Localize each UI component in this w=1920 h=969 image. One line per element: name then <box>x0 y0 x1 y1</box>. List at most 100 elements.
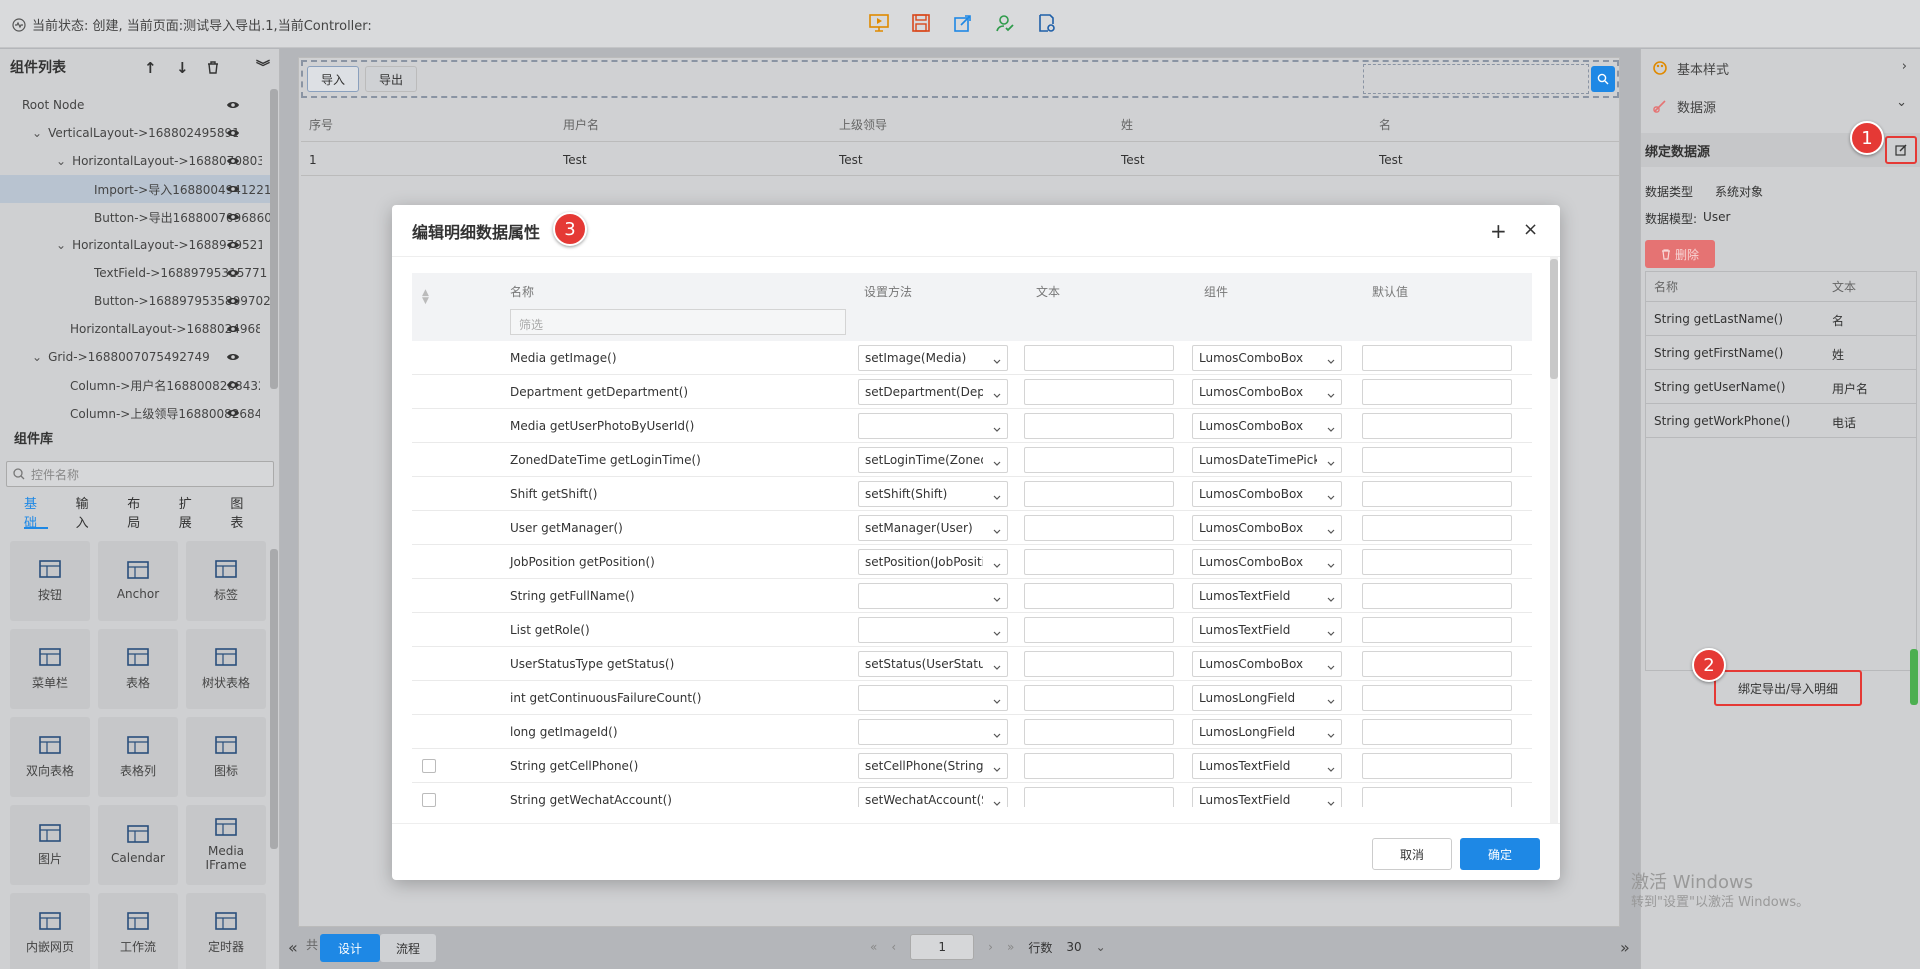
component-select[interactable]: LumosTextField <box>1192 753 1342 779</box>
move-up-icon[interactable]: ↑ <box>144 59 157 77</box>
setter-select[interactable] <box>858 583 1008 609</box>
section-datasource[interactable]: 数据源 ⌄ <box>1641 87 1920 125</box>
tree-scrollbar[interactable] <box>270 89 278 389</box>
visibility-icon[interactable] <box>226 294 240 308</box>
visibility-icon[interactable] <box>226 210 240 224</box>
bound-table-row[interactable]: String getFirstName() 姓 <box>1646 336 1916 370</box>
delete-button[interactable]: 删除 <box>1645 240 1715 268</box>
setter-select[interactable]: setWechatAccount(St <box>858 787 1008 807</box>
component-tile[interactable]: 图片 <box>10 805 90 885</box>
setter-select[interactable]: setStatus(UserStatusT <box>858 651 1008 677</box>
sort-icon[interactable]: ▲ ▼ <box>422 289 429 306</box>
last-page-icon[interactable]: » <box>1007 940 1014 954</box>
visibility-icon[interactable] <box>226 406 240 420</box>
default-value-input[interactable] <box>1362 549 1512 575</box>
component-tile[interactable]: Media IFrame <box>186 805 266 885</box>
component-tile[interactable]: Calendar <box>98 805 178 885</box>
component-select[interactable]: LumosComboBox <box>1192 413 1342 439</box>
tree-node[interactable]: ⌄ VerticalLayout->16880249589117361 <box>0 119 270 147</box>
component-tile[interactable]: Anchor <box>98 541 178 621</box>
rows-dropdown-icon[interactable]: ⌄ <box>1096 940 1106 954</box>
text-input[interactable] <box>1024 481 1174 507</box>
default-value-input[interactable] <box>1362 583 1512 609</box>
row-checkbox[interactable] <box>422 793 436 807</box>
import-button[interactable]: 导入 <box>307 66 359 92</box>
default-value-input[interactable] <box>1362 617 1512 643</box>
tree-node[interactable]: ⌄ HorizontalLayout->16880708031 <box>0 147 270 175</box>
visibility-icon[interactable] <box>226 154 240 168</box>
library-scrollbar[interactable] <box>270 549 278 849</box>
cancel-button[interactable]: 取消 <box>1372 838 1452 870</box>
component-select[interactable]: LumosTextField <box>1192 617 1342 643</box>
library-tab[interactable]: 扩展 <box>179 493 205 531</box>
default-value-input[interactable] <box>1362 651 1512 677</box>
prev-page-icon[interactable]: ‹ <box>891 940 896 954</box>
save-icon[interactable] <box>910 12 932 34</box>
text-input[interactable] <box>1024 549 1174 575</box>
collapse-icon[interactable]: ︾ <box>256 57 270 77</box>
visibility-icon[interactable] <box>226 126 240 140</box>
component-tile[interactable]: 菜单栏 <box>10 629 90 709</box>
export-button[interactable]: 导出 <box>365 66 417 92</box>
bound-table-row[interactable]: String getWorkPhone() 电话 <box>1646 404 1916 438</box>
trash-icon[interactable] <box>207 61 219 74</box>
default-value-input[interactable] <box>1362 447 1512 473</box>
default-value-input[interactable] <box>1362 787 1512 807</box>
setter-select[interactable]: setLoginTime(ZonedI <box>858 447 1008 473</box>
next-page-icon[interactable]: › <box>988 940 993 954</box>
setter-select[interactable] <box>858 685 1008 711</box>
text-input[interactable] <box>1024 583 1174 609</box>
visibility-icon[interactable] <box>226 238 240 252</box>
component-select[interactable]: LumosLongField <box>1192 719 1342 745</box>
component-select[interactable]: LumosLongField <box>1192 685 1342 711</box>
tree-node[interactable]: Import->导入16880049412212 <box>0 175 270 203</box>
text-input[interactable] <box>1024 413 1174 439</box>
component-tile[interactable]: 内嵌网页 <box>10 893 90 969</box>
visibility-icon[interactable] <box>226 378 240 392</box>
component-tile[interactable]: 双向表格 <box>10 717 90 797</box>
library-tab[interactable]: 图表 <box>230 493 256 531</box>
search-button[interactable] <box>1591 66 1615 92</box>
default-value-input[interactable] <box>1362 515 1512 541</box>
setter-select[interactable] <box>858 617 1008 643</box>
tree-node[interactable]: TextField->16889795315771 <box>0 259 270 287</box>
text-input[interactable] <box>1024 753 1174 779</box>
tab-flow[interactable]: 流程 <box>380 934 436 962</box>
visibility-icon[interactable] <box>226 98 240 112</box>
default-value-input[interactable] <box>1362 345 1512 371</box>
setter-select[interactable]: setManager(User) <box>858 515 1008 541</box>
tree-node[interactable]: Root Node <box>0 91 270 119</box>
user-check-icon[interactable] <box>994 12 1016 34</box>
component-select[interactable]: LumosComboBox <box>1192 515 1342 541</box>
rows-value[interactable]: 30 <box>1066 940 1081 954</box>
right-scrollbar[interactable] <box>1910 649 1918 705</box>
collapse-right-icon[interactable]: » <box>1620 938 1630 957</box>
bound-table-row[interactable]: String getLastName() 名 <box>1646 302 1916 336</box>
bind-export-import-button[interactable]: 绑定导出/导入明细 <box>1714 670 1862 706</box>
setter-select[interactable]: setImage(Media) <box>858 345 1008 371</box>
tree-node[interactable]: ⌄ Grid->1688007075492749 <box>0 343 270 371</box>
tree-node[interactable]: ⌄ HorizontalLayout->16889795217 <box>0 231 270 259</box>
move-down-icon[interactable]: ↓ <box>176 59 189 77</box>
search-field[interactable] <box>1363 64 1589 94</box>
text-input[interactable] <box>1024 617 1174 643</box>
setter-select[interactable] <box>858 413 1008 439</box>
tree-node[interactable]: Button->16889795358097021 <box>0 287 270 315</box>
component-tile[interactable]: 树状表格 <box>186 629 266 709</box>
close-icon[interactable]: × <box>1523 219 1538 240</box>
collapse-left-icon[interactable]: « <box>288 938 298 957</box>
default-value-input[interactable] <box>1362 753 1512 779</box>
section-basic-style[interactable]: 基本样式 › <box>1641 49 1920 87</box>
visibility-icon[interactable] <box>226 182 240 196</box>
tab-design[interactable]: 设计 <box>320 934 380 962</box>
visibility-icon[interactable] <box>226 266 240 280</box>
text-input[interactable] <box>1024 719 1174 745</box>
setter-select[interactable]: setCellPhone(String) <box>858 753 1008 779</box>
component-select[interactable]: LumosComboBox <box>1192 481 1342 507</box>
default-value-input[interactable] <box>1362 685 1512 711</box>
text-input[interactable] <box>1024 651 1174 677</box>
setter-select[interactable]: setDepartment(Depa <box>858 379 1008 405</box>
share-icon[interactable] <box>952 12 974 34</box>
setter-select[interactable]: setShift(Shift) <box>858 481 1008 507</box>
first-page-icon[interactable]: « <box>870 940 877 954</box>
